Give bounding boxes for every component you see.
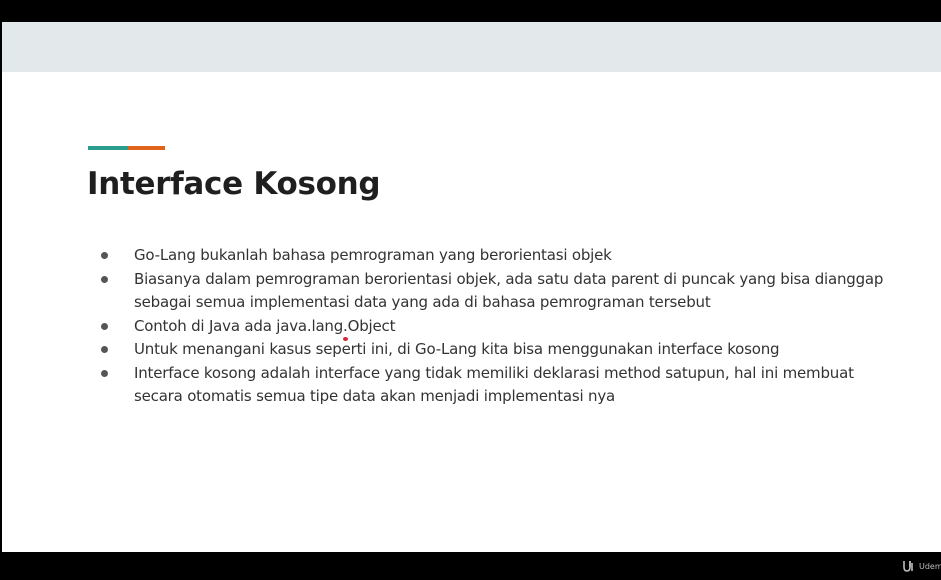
slide-header-band: [2, 22, 941, 72]
title-accent-orange: [128, 146, 165, 150]
bullet-dot-icon: [101, 369, 108, 377]
bullet-text: Go-Lang bukanlah bahasa pemrograman yang…: [134, 246, 612, 264]
top-letterbox-bar: [0, 0, 941, 22]
slide-title: Interface Kosong: [87, 166, 381, 202]
bullet-text: Contoh di Java ada java.lang.Object: [134, 316, 396, 335]
watermark-text: Udemy: [919, 561, 941, 571]
bullet-dot-icon: [101, 252, 108, 259]
screen-frame: Interface Kosong Go-Lang bukanlah bahasa…: [0, 0, 941, 580]
bullet-item: Go-Lang bukanlah bahasa pemrograman yang…: [98, 244, 888, 268]
bullet-list: Go-Lang bukanlah bahasa pemrograman yang…: [98, 244, 888, 409]
bullet-dot-icon: [101, 322, 108, 330]
bullet-dot-icon: [101, 346, 108, 353]
bullet-item: Untuk menangani kasus seperti ini, di Go…: [98, 338, 888, 362]
title-accent-teal: [88, 146, 128, 150]
presentation-slide: Interface Kosong Go-Lang bukanlah bahasa…: [2, 22, 941, 552]
bullet-item: Interface kosong adalah interface yang t…: [98, 362, 888, 409]
udemy-logo-icon: [903, 561, 913, 572]
bottom-letterbox-bar: Udemy: [0, 552, 941, 580]
bullet-text: Interface kosong adalah interface yang t…: [134, 363, 854, 406]
bullet-text: Untuk menangani kasus seperti ini, di Go…: [134, 340, 780, 358]
bullet-item: Biasanya dalam pemrograman berorientasi …: [98, 268, 888, 315]
bullet-dot-icon: [101, 275, 108, 283]
bullet-text: Biasanya dalam pemrograman berorientasi …: [134, 269, 884, 312]
laser-pointer-dot: [343, 337, 348, 341]
bullet-item: Contoh di Java ada java.lang.Object: [98, 315, 888, 339]
udemy-watermark: Udemy: [903, 560, 941, 572]
